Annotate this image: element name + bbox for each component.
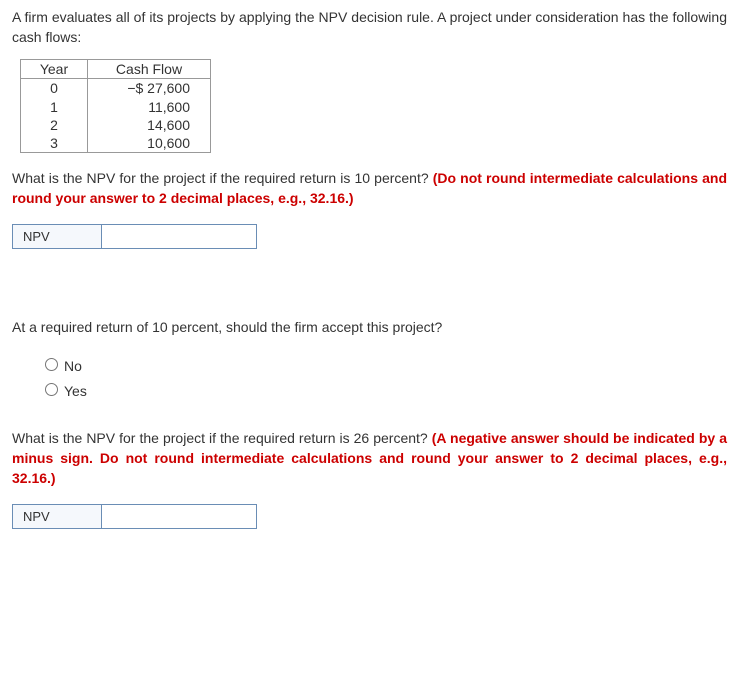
cell-cashflow: 14,600 <box>88 116 211 134</box>
table-row: 3 10,600 <box>21 134 211 153</box>
radio-option-no[interactable]: No <box>40 355 727 374</box>
table-row: 2 14,600 <box>21 116 211 134</box>
question-2: At a required return of 10 percent, shou… <box>12 319 727 335</box>
radio-no[interactable] <box>45 358 58 371</box>
question-3: What is the NPV for the project if the r… <box>12 429 727 488</box>
cash-flow-table: Year Cash Flow 0 −$ 27,600 1 11,600 2 14… <box>20 59 211 153</box>
table-header-row: Year Cash Flow <box>21 60 211 79</box>
npv-input-wrapper <box>102 504 257 529</box>
radio-group-accept: No Yes <box>40 355 727 399</box>
cell-year: 0 <box>21 79 88 98</box>
radio-yes[interactable] <box>45 383 58 396</box>
header-year: Year <box>21 60 88 79</box>
q1-text: What is the NPV for the project if the r… <box>12 170 433 186</box>
cell-cashflow: 11,600 <box>88 98 211 116</box>
intro-text: A firm evaluates all of its projects by … <box>12 8 727 47</box>
table-row: 0 −$ 27,600 <box>21 79 211 98</box>
cell-cashflow: −$ 27,600 <box>88 79 211 98</box>
npv-input-wrapper <box>102 224 257 249</box>
radio-yes-label: Yes <box>64 383 87 399</box>
header-cashflow: Cash Flow <box>88 60 211 79</box>
npv-input-1[interactable] <box>102 225 256 248</box>
q3-text: What is the NPV for the project if the r… <box>12 430 432 446</box>
table-row: 1 11,600 <box>21 98 211 116</box>
npv-answer-row-2: NPV <box>12 504 727 529</box>
npv-label: NPV <box>12 224 102 249</box>
cell-year: 2 <box>21 116 88 134</box>
radio-no-label: No <box>64 358 82 374</box>
npv-input-2[interactable] <box>102 505 256 528</box>
npv-label: NPV <box>12 504 102 529</box>
cell-year: 3 <box>21 134 88 153</box>
question-1: What is the NPV for the project if the r… <box>12 169 727 208</box>
cell-year: 1 <box>21 98 88 116</box>
npv-answer-row-1: NPV <box>12 224 727 249</box>
cell-cashflow: 10,600 <box>88 134 211 153</box>
radio-option-yes[interactable]: Yes <box>40 380 727 399</box>
